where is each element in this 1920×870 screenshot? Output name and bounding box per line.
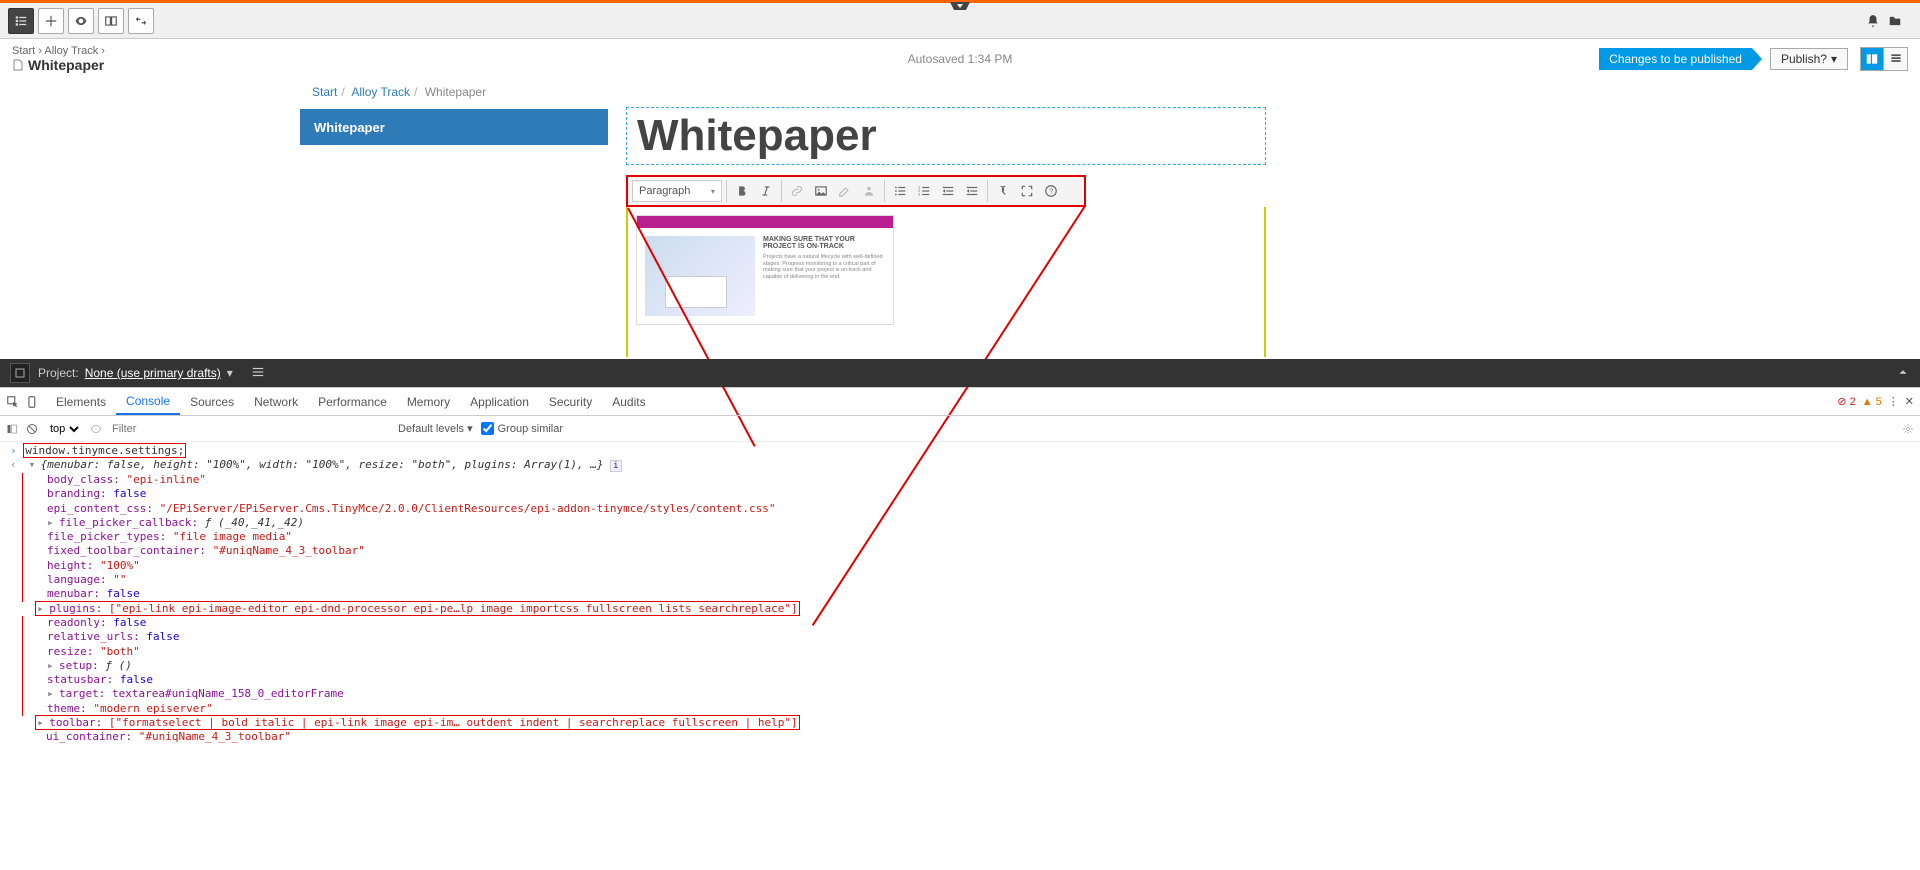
image-button[interactable] <box>810 180 832 202</box>
devtools-tabs: Elements Console Sources Network Perform… <box>0 388 1920 416</box>
info-badge-icon[interactable]: i <box>610 460 621 472</box>
output-summary[interactable]: {menubar: false, height: "100%", width: … <box>41 458 604 471</box>
tab-network[interactable]: Network <box>244 388 308 415</box>
inspect-icon[interactable] <box>6 395 20 409</box>
filter-input[interactable] <box>110 421 390 437</box>
tab-memory[interactable]: Memory <box>397 388 460 415</box>
editor-canvas: Start/ Alloy Track/ Whitepaper Whitepape… <box>0 79 1920 359</box>
tree-toggle-button[interactable] <box>8 8 34 34</box>
project-name[interactable]: None (use primary drafts) <box>85 366 221 380</box>
app-toolbar <box>0 3 1920 39</box>
breadcrumbs: Start › Alloy Track › <box>12 45 105 57</box>
chevron-down-icon[interactable]: ▾ <box>227 366 233 380</box>
tab-elements[interactable]: Elements <box>46 388 116 415</box>
search-replace-button[interactable] <box>992 180 1014 202</box>
italic-button[interactable] <box>755 180 777 202</box>
chevron-down-icon: ▾ <box>711 187 715 196</box>
dropdown-tab-icon[interactable] <box>950 2 970 14</box>
indent-button[interactable] <box>961 180 983 202</box>
project-label: Project: <box>38 366 79 380</box>
tab-console[interactable]: Console <box>116 388 180 415</box>
group-similar-checkbox[interactable]: Group similar <box>481 422 563 435</box>
publish-label: Publish? <box>1781 52 1827 66</box>
card-headline: MAKING SURE THAT YOUR PROJECT IS ON-TRAC… <box>763 236 885 250</box>
svg-text:3: 3 <box>918 193 920 197</box>
outdent-button[interactable] <box>937 180 959 202</box>
compare-button[interactable] <box>98 8 124 34</box>
context-select[interactable]: top <box>46 422 82 436</box>
tab-audits[interactable]: Audits <box>602 388 655 415</box>
sidebar-nav-item[interactable]: Whitepaper <box>300 109 608 145</box>
view-mode-1-button[interactable] <box>1860 47 1884 71</box>
autosave-status: Autosaved 1:34 PM <box>908 52 1013 66</box>
crumb-start[interactable]: Start <box>12 45 35 57</box>
inner-crumb-current: Whitepaper <box>425 85 486 99</box>
page-title-text: Whitepaper <box>28 57 104 73</box>
console-output: › window.tinymce.settings; ‹ ▾{menubar: … <box>0 442 1920 747</box>
add-button[interactable] <box>38 8 64 34</box>
bullet-list-button[interactable] <box>889 180 911 202</box>
expand-button[interactable] <box>128 8 154 34</box>
card-image <box>645 236 755 316</box>
card-subtext: Projects have a natural lifecycle with w… <box>763 254 885 280</box>
tab-performance[interactable]: Performance <box>308 388 397 415</box>
content-editor[interactable]: MAKING SURE THAT YOUR PROJECT IS ON-TRAC… <box>626 207 1266 357</box>
error-count[interactable]: ⊘ 2 <box>1837 395 1855 408</box>
sidebar-toggle-icon[interactable] <box>6 423 18 435</box>
close-icon[interactable]: ✕ <box>1905 395 1914 408</box>
hamburger-icon[interactable] <box>251 365 265 382</box>
inner-crumb-alloy[interactable]: Alloy Track <box>351 85 410 99</box>
console-command: window.tinymce.settings; <box>23 443 186 458</box>
page-heading-field[interactable]: Whitepaper <box>626 107 1266 165</box>
fullscreen-button[interactable] <box>1016 180 1038 202</box>
page-title: Whitepaper <box>12 57 105 73</box>
link-button[interactable] <box>786 180 808 202</box>
edit-image-button[interactable] <box>834 180 856 202</box>
content-card[interactable]: MAKING SURE THAT YOUR PROJECT IS ON-TRAC… <box>636 215 894 325</box>
clear-console-icon[interactable] <box>26 423 38 435</box>
inner-breadcrumbs: Start/ Alloy Track/ Whitepaper <box>312 85 486 99</box>
format-select-value: Paragraph <box>639 185 690 197</box>
help-button[interactable]: ? <box>1040 180 1062 202</box>
preview-button[interactable] <box>68 8 94 34</box>
bold-button[interactable] <box>731 180 753 202</box>
collapse-icon[interactable] <box>1896 365 1910 382</box>
project-icon[interactable] <box>10 363 30 383</box>
page-heading-text: Whitepaper <box>637 111 877 161</box>
chevron-down-icon: ▾ <box>1831 52 1837 66</box>
eye-icon[interactable] <box>90 423 102 435</box>
more-icon[interactable]: ⋮ <box>1888 395 1899 408</box>
plugins-line: ▸plugins: ["epi-link epi-image-editor ep… <box>35 601 799 616</box>
warning-count[interactable]: ▲ 5 <box>1862 396 1882 408</box>
device-icon[interactable] <box>26 395 40 409</box>
tab-application[interactable]: Application <box>460 388 539 415</box>
tab-sources[interactable]: Sources <box>180 388 244 415</box>
project-bar: Project: None (use primary drafts) ▾ <box>0 359 1920 387</box>
toolbar-line: ▸toolbar: ["formatselect | bold italic |… <box>35 715 799 730</box>
changes-badge[interactable]: Changes to be published <box>1599 48 1752 70</box>
format-select[interactable]: Paragraph ▾ <box>632 180 722 202</box>
user-button[interactable] <box>858 180 880 202</box>
console-filter-bar: top Default levels ▾ Group similar <box>0 416 1920 442</box>
publish-button[interactable]: Publish? ▾ <box>1770 48 1848 70</box>
number-list-button[interactable]: 123 <box>913 180 935 202</box>
folder-icon[interactable] <box>1888 14 1902 28</box>
tab-security[interactable]: Security <box>539 388 602 415</box>
bell-icon[interactable] <box>1866 14 1880 28</box>
crumb-alloy[interactable]: Alloy Track <box>44 45 98 57</box>
devtools-panel: Elements Console Sources Network Perform… <box>0 387 1920 747</box>
levels-select[interactable]: Default levels ▾ <box>398 422 473 435</box>
svg-text:?: ? <box>1049 188 1053 195</box>
inner-crumb-start[interactable]: Start <box>312 85 337 99</box>
view-mode-2-button[interactable] <box>1884 47 1908 71</box>
breadcrumb-bar: Start › Alloy Track › Whitepaper Autosav… <box>0 39 1920 79</box>
tinymce-toolbar: Paragraph ▾ 123 ? <box>626 175 1086 207</box>
settings-icon[interactable] <box>1902 423 1914 435</box>
page-icon <box>12 58 24 72</box>
